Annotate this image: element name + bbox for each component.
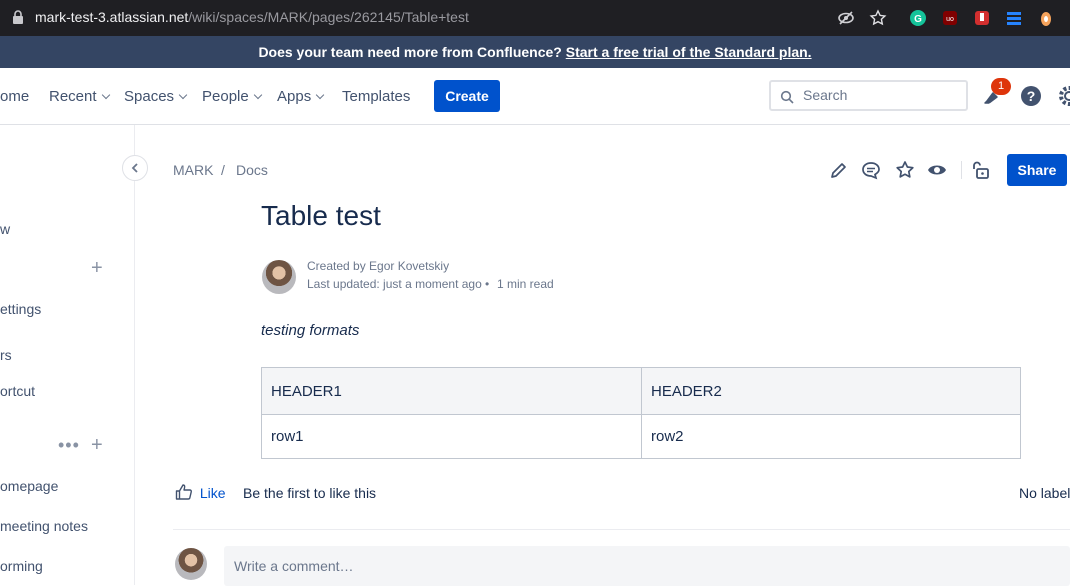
sidebar-item-homepage[interactable]: omepage [0, 478, 58, 494]
share-button[interactable]: Share [1007, 154, 1067, 186]
sidebar-item-shortcut[interactable]: ortcut [0, 383, 35, 399]
chevron-down-icon [253, 90, 262, 100]
last-updated: Last updated: just a moment ago [307, 277, 482, 291]
comment-input[interactable]: Write a comment… [224, 546, 1070, 586]
table-header-cell: HEADER2 [641, 367, 1021, 415]
comment-placeholder: Write a comment… [234, 558, 354, 574]
nav-people-label: People [202, 88, 249, 105]
nav-people[interactable]: People [202, 88, 262, 105]
comment-icon[interactable] [861, 160, 881, 180]
unlock-icon[interactable] [971, 160, 991, 180]
url-text[interactable]: mark-test-3.atlassian.net/wiki/spaces/MA… [35, 9, 469, 25]
ublock-extension-icon[interactable]: uo [941, 9, 959, 27]
browser-address-bar[interactable]: mark-test-3.atlassian.net/wiki/spaces/MA… [0, 0, 1070, 36]
nav-templates[interactable]: Templates [342, 88, 410, 105]
help-icon[interactable]: ? [1020, 85, 1042, 107]
collapse-sidebar-button[interactable] [122, 155, 148, 181]
svg-text:G: G [914, 14, 922, 25]
add-page-icon[interactable]: + [91, 435, 103, 455]
table-header-row: HEADER1 HEADER2 [261, 367, 1021, 415]
toolbar-divider [961, 161, 962, 179]
table-row: row1 row2 [261, 414, 1021, 459]
nav-recent-label: Recent [49, 88, 97, 105]
like-label: Like [199, 485, 226, 501]
nav-apps-label: Apps [277, 88, 312, 105]
sidebar-item-overview[interactable]: w [0, 221, 10, 237]
svg-text:uo: uo [946, 16, 954, 23]
settings-gear-icon[interactable] [1058, 85, 1070, 107]
nav-home[interactable]: ome [0, 88, 29, 105]
search-icon [780, 90, 794, 104]
table-cell: row2 [641, 414, 1021, 459]
trial-banner: Does your team need more from Confluence… [0, 36, 1070, 68]
read-time: 1 min read [497, 277, 554, 291]
breadcrumb-space[interactable]: MARK [173, 162, 213, 178]
author-avatar[interactable] [262, 260, 296, 294]
add-icon[interactable]: + [91, 258, 103, 278]
current-user-avatar [175, 548, 207, 580]
page-intro-text: testing formats [261, 322, 360, 339]
top-navigation: ome Recent Spaces People Apps Templates … [0, 68, 1070, 125]
like-prompt: Be the first to like this [243, 485, 377, 501]
create-button[interactable]: Create [434, 80, 500, 112]
breadcrumb-separator: / [221, 162, 225, 178]
space-sidebar: w + ettings rs ortcut ••• + omepage meet… [0, 125, 135, 585]
edit-pencil-icon[interactable] [829, 160, 849, 180]
sidebar-item-brainstorming[interactable]: orming [0, 558, 43, 574]
svg-text:?: ? [1027, 88, 1036, 104]
bookmark-star-icon[interactable] [869, 9, 887, 27]
chevron-down-icon [101, 90, 110, 100]
chevron-down-icon [178, 90, 188, 100]
banner-text: Does your team need more from Confluence… [258, 44, 562, 60]
comments-divider [173, 529, 1070, 530]
nav-spaces-label: Spaces [124, 88, 175, 105]
meta-separator: • [485, 277, 490, 291]
thumbs-up-icon [175, 484, 192, 500]
orange-extension-icon[interactable] [1037, 9, 1055, 27]
chevron-down-icon [315, 90, 325, 100]
sidebar-item-settings[interactable]: ettings [0, 301, 41, 317]
notification-badge: 1 [991, 78, 1011, 95]
sidebar-item-meeting-notes[interactable]: meeting notes [0, 518, 88, 534]
star-icon[interactable] [895, 160, 915, 180]
table-cell: row1 [261, 414, 642, 459]
sidebar-item-members[interactable]: rs [0, 347, 12, 363]
grammarly-extension-icon[interactable]: G [909, 9, 927, 27]
labels-text[interactable]: No label [1019, 485, 1070, 501]
nav-spaces[interactable]: Spaces [124, 88, 188, 105]
red-extension-icon[interactable] [973, 9, 991, 27]
page-title: Table test [261, 200, 381, 231]
like-button[interactable]: Like [175, 483, 226, 501]
breadcrumb-page[interactable]: Docs [236, 162, 268, 178]
banner-trial-link[interactable]: Start a free trial of the Standard plan. [566, 44, 812, 60]
created-by: Created by Egor Kovetskiy [307, 259, 450, 273]
more-options-icon[interactable]: ••• [58, 435, 80, 455]
table-header-cell: HEADER1 [261, 367, 642, 415]
content-table: HEADER1 HEADER2 row1 row2 [261, 367, 1021, 459]
nav-recent[interactable]: Recent [49, 88, 110, 105]
lock-icon [13, 10, 23, 24]
nav-apps[interactable]: Apps [277, 88, 325, 105]
list-extension-icon[interactable] [1005, 9, 1023, 27]
eye-off-icon[interactable] [837, 9, 855, 27]
search-placeholder: Search [803, 87, 848, 103]
watch-eye-icon[interactable] [927, 160, 947, 180]
search-input[interactable]: Search [769, 80, 968, 111]
chevron-left-icon [131, 163, 138, 173]
